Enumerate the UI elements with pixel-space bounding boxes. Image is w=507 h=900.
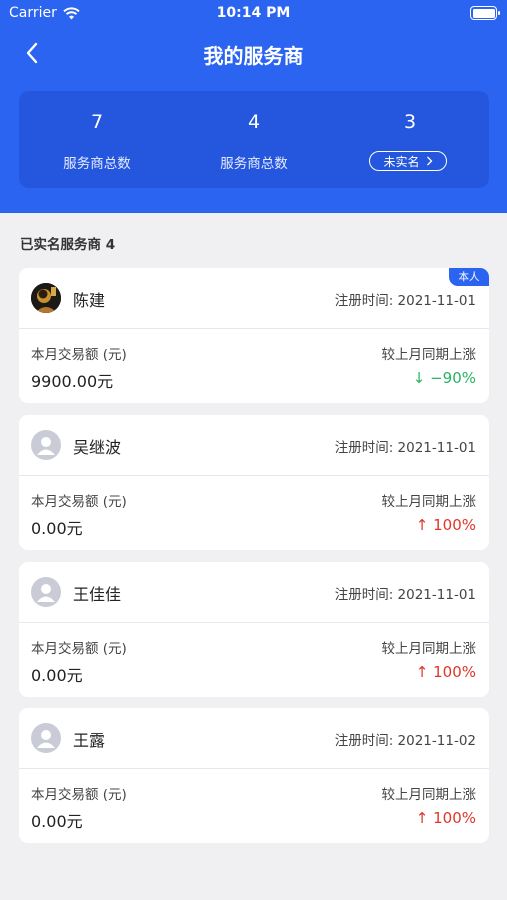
stat-total-value: 7 bbox=[90, 111, 104, 133]
amount-label: 本月交易额 (元) bbox=[31, 347, 127, 363]
registration-time: 注册时间: 2021-11-01 bbox=[334, 587, 476, 603]
avatar bbox=[31, 723, 61, 753]
change-label: 较上月同期上涨 bbox=[381, 787, 477, 803]
change-value: ↑ 100% bbox=[415, 516, 476, 534]
change-value: ↓ −90% bbox=[412, 369, 476, 387]
battery-icon bbox=[470, 6, 500, 20]
stat-total: 7 服务商总数 bbox=[19, 91, 175, 188]
provider-name: 王佳佳 bbox=[73, 585, 122, 604]
stat-verified-value: 4 bbox=[247, 111, 261, 133]
provider-name: 吴继波 bbox=[73, 438, 122, 457]
registration-time: 注册时间: 2021-11-01 bbox=[334, 293, 476, 309]
amount-label: 本月交易额 (元) bbox=[31, 641, 127, 657]
user-icon bbox=[37, 730, 55, 748]
user-icon bbox=[37, 437, 55, 455]
stat-unverified-value: 3 bbox=[403, 111, 417, 133]
stat-unverified: 3 未实名 bbox=[332, 91, 488, 188]
amount-label: 本月交易额 (元) bbox=[31, 787, 127, 803]
amount-label: 本月交易额 (元) bbox=[31, 494, 127, 510]
provider-name: 陈建 bbox=[73, 291, 106, 310]
self-badge: 本人 bbox=[449, 268, 489, 286]
amount-value: 0.00元 bbox=[31, 812, 83, 831]
card-header: 王佳佳 注册时间: 2021-11-01 bbox=[19, 562, 489, 623]
avatar bbox=[31, 577, 61, 607]
header: Carrier 10:14 PM 我的服务商 7 服务商总数 4 服务商总数 3… bbox=[0, 0, 507, 213]
provider-card[interactable]: 陈建 注册时间: 2021-11-01 本人 本月交易额 (元) 9900.00… bbox=[19, 268, 489, 403]
stat-verified: 4 服务商总数 bbox=[176, 91, 332, 188]
provider-card[interactable]: 吴继波 注册时间: 2021-11-01 本月交易额 (元) 0.00元 较上月… bbox=[19, 415, 489, 550]
avatar bbox=[31, 283, 61, 313]
provider-card[interactable]: 王佳佳 注册时间: 2021-11-01 本月交易额 (元) 0.00元 较上月… bbox=[19, 562, 489, 697]
stats-card: 7 服务商总数 4 服务商总数 3 未实名 bbox=[19, 91, 489, 188]
provider-name: 王露 bbox=[73, 731, 106, 750]
avatar bbox=[31, 430, 61, 460]
amount-value: 9900.00元 bbox=[31, 372, 114, 391]
amount-value: 0.00元 bbox=[31, 666, 83, 685]
registration-time: 注册时间: 2021-11-01 bbox=[334, 440, 476, 456]
unverified-button[interactable]: 未实名 bbox=[369, 151, 447, 171]
status-bar: Carrier 10:14 PM bbox=[0, 0, 507, 28]
change-value: ↑ 100% bbox=[415, 663, 476, 681]
page-title: 我的服务商 bbox=[203, 44, 304, 68]
change-label: 较上月同期上涨 bbox=[381, 641, 477, 657]
card-header: 王露 注册时间: 2021-11-02 bbox=[19, 708, 489, 769]
change-value: ↑ 100% bbox=[415, 809, 476, 827]
amount-value: 0.00元 bbox=[31, 519, 83, 538]
unverified-label: 未实名 bbox=[383, 154, 420, 169]
clock: 10:14 PM bbox=[216, 5, 291, 21]
avatar-photo-icon bbox=[31, 283, 61, 313]
provider-card[interactable]: 王露 注册时间: 2021-11-02 本月交易额 (元) 0.00元 较上月同… bbox=[19, 708, 489, 843]
change-label: 较上月同期上涨 bbox=[381, 347, 477, 363]
change-label: 较上月同期上涨 bbox=[381, 494, 477, 510]
stat-total-label: 服务商总数 bbox=[63, 156, 131, 172]
section-title: 已实名服务商 4 bbox=[20, 237, 116, 253]
user-icon bbox=[37, 584, 55, 602]
chevron-right-icon bbox=[426, 156, 432, 166]
card-header: 吴继波 注册时间: 2021-11-01 bbox=[19, 415, 489, 476]
registration-time: 注册时间: 2021-11-02 bbox=[334, 733, 476, 749]
card-header: 陈建 注册时间: 2021-11-01 本人 bbox=[19, 268, 489, 329]
stat-verified-label: 服务商总数 bbox=[220, 156, 288, 172]
